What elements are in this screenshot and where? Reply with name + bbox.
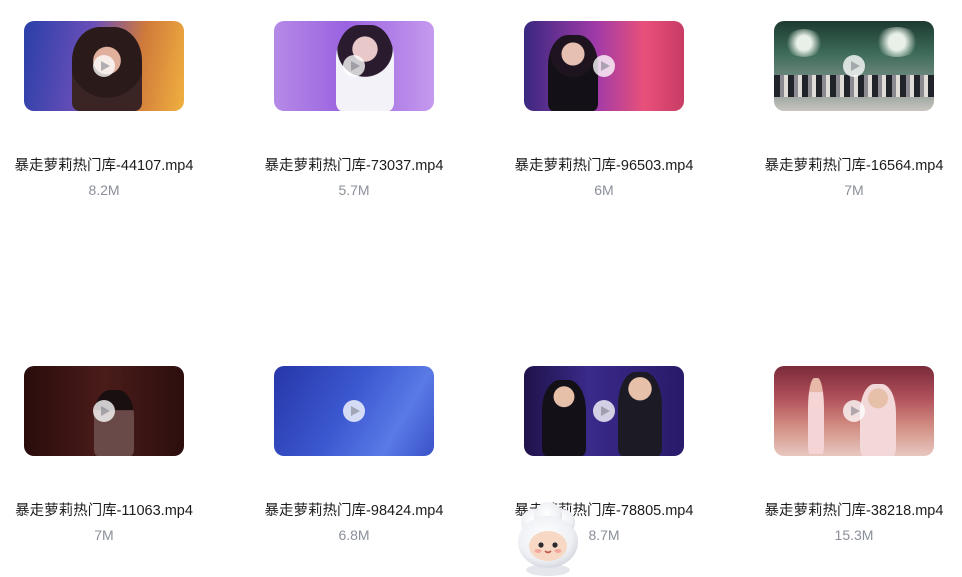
- video-thumbnail[interactable]: [274, 21, 434, 111]
- video-thumbnail[interactable]: [24, 366, 184, 456]
- video-thumbnail[interactable]: [274, 366, 434, 456]
- file-grid: 暴走萝莉热门库-44107.mp4 8.2M 暴走萝莉热门库-73037.mp4…: [0, 0, 962, 577]
- file-size: 6.8M: [338, 527, 370, 543]
- file-name: 暴走萝莉热门库-73037.mp4: [264, 158, 444, 174]
- file-size: 15.3M: [834, 527, 874, 543]
- file-name: 暴走萝莉热门库-16564.mp4: [764, 158, 944, 174]
- file-name: 暴走萝莉热门库-44107.mp4: [14, 158, 194, 174]
- play-icon: [843, 55, 865, 77]
- mascot-icon[interactable]: [509, 500, 587, 577]
- play-icon: [93, 55, 115, 77]
- play-icon: [593, 400, 615, 422]
- video-file-card[interactable]: 暴走萝莉热门库-44107.mp4 8.2M: [4, 21, 204, 200]
- play-icon: [343, 55, 365, 77]
- video-file-card[interactable]: 暴走萝莉热门库-98424.mp4 6.8M: [254, 366, 454, 545]
- video-file-card[interactable]: 暴走萝莉热门库-16564.mp4 7M: [754, 21, 954, 200]
- video-file-card[interactable]: 暴走萝莉热门库-38218.mp4 15.3M: [754, 366, 954, 545]
- file-size: 5.7M: [338, 182, 370, 198]
- play-icon: [593, 55, 615, 77]
- file-size: 7M: [94, 527, 114, 543]
- file-name: 暴走萝莉热门库-11063.mp4: [15, 503, 193, 519]
- video-file-card[interactable]: 暴走萝莉热门库-73037.mp4 5.7M: [254, 21, 454, 200]
- file-name: 暴走萝莉热门库-96503.mp4: [514, 158, 694, 174]
- video-file-card[interactable]: 暴走萝莉热门库-11063.mp4 7M: [4, 366, 204, 545]
- video-thumbnail[interactable]: [774, 21, 934, 111]
- play-icon: [93, 400, 115, 422]
- file-name: 暴走萝莉热门库-38218.mp4: [764, 503, 944, 519]
- video-thumbnail[interactable]: [774, 366, 934, 456]
- video-thumbnail[interactable]: [24, 21, 184, 111]
- play-icon: [843, 400, 865, 422]
- video-thumbnail[interactable]: [524, 366, 684, 456]
- play-icon: [343, 400, 365, 422]
- video-thumbnail[interactable]: [524, 21, 684, 111]
- file-size: 8.2M: [88, 182, 120, 198]
- file-name: 暴走萝莉热门库-98424.mp4: [264, 503, 444, 519]
- file-size: 7M: [844, 182, 864, 198]
- video-file-card[interactable]: 暴走萝莉热门库-96503.mp4 6M: [504, 21, 704, 200]
- file-size: 6M: [594, 182, 614, 198]
